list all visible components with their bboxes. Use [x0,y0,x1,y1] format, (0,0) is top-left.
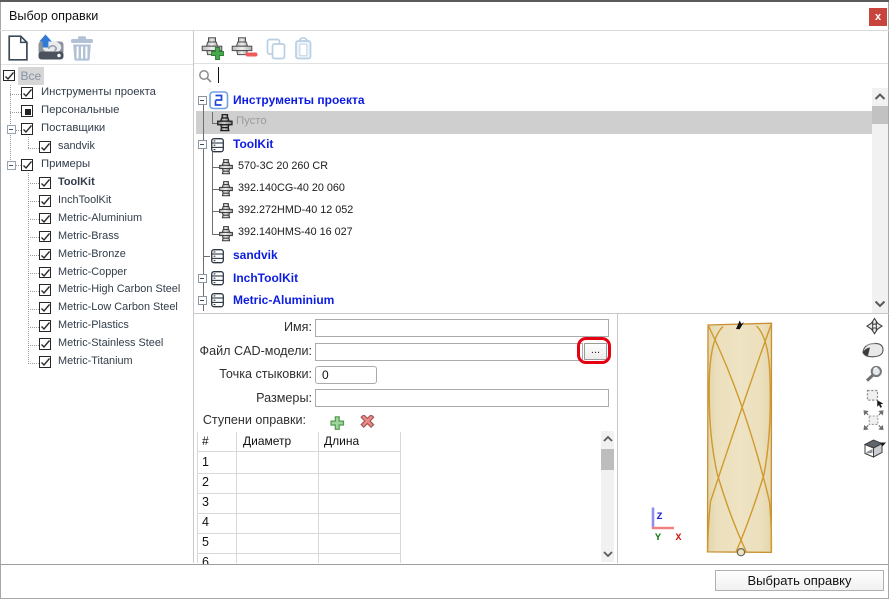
svg-text:X: X [676,533,682,544]
svg-text:Z: Z [657,512,663,523]
svg-text:Y: Y [655,533,661,544]
